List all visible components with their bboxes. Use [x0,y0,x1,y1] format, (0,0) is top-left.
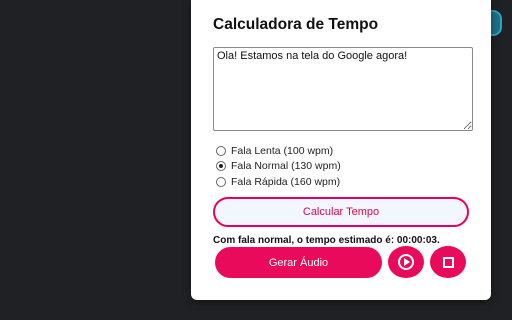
radio-option-fast[interactable]: Fala Rápida (160 wpm) [216,175,340,189]
stop-icon [442,256,454,268]
text-input-area[interactable]: Ola! Estamos na tela do Google agora! [213,47,473,131]
time-calculator-popup: Calculadora de Tempo Ola! Estamos na tel… [191,0,491,300]
play-circle-icon [398,254,414,270]
radio-fast-label: Fala Rápida (160 wpm) [231,176,341,188]
radio-option-normal[interactable]: Fala Normal (130 wpm) [216,159,341,173]
popup-title: Calculadora de Tempo [213,16,379,33]
radio-normal[interactable] [216,161,226,171]
radio-slow-label: Fala Lenta (100 wpm) [231,145,334,157]
radio-fast[interactable] [216,177,226,187]
generate-audio-button[interactable]: Gerar Áudio [215,247,382,278]
radio-slow[interactable] [216,146,226,156]
result-text: Com fala normal, o tempo estimado é: 00:… [213,235,440,246]
stop-button[interactable] [430,246,466,278]
calculate-time-button[interactable]: Calcular Tempo [213,197,469,227]
radio-option-slow[interactable]: Fala Lenta (100 wpm) [216,144,333,158]
radio-normal-label: Fala Normal (130 wpm) [231,160,341,172]
play-button[interactable] [388,246,424,278]
